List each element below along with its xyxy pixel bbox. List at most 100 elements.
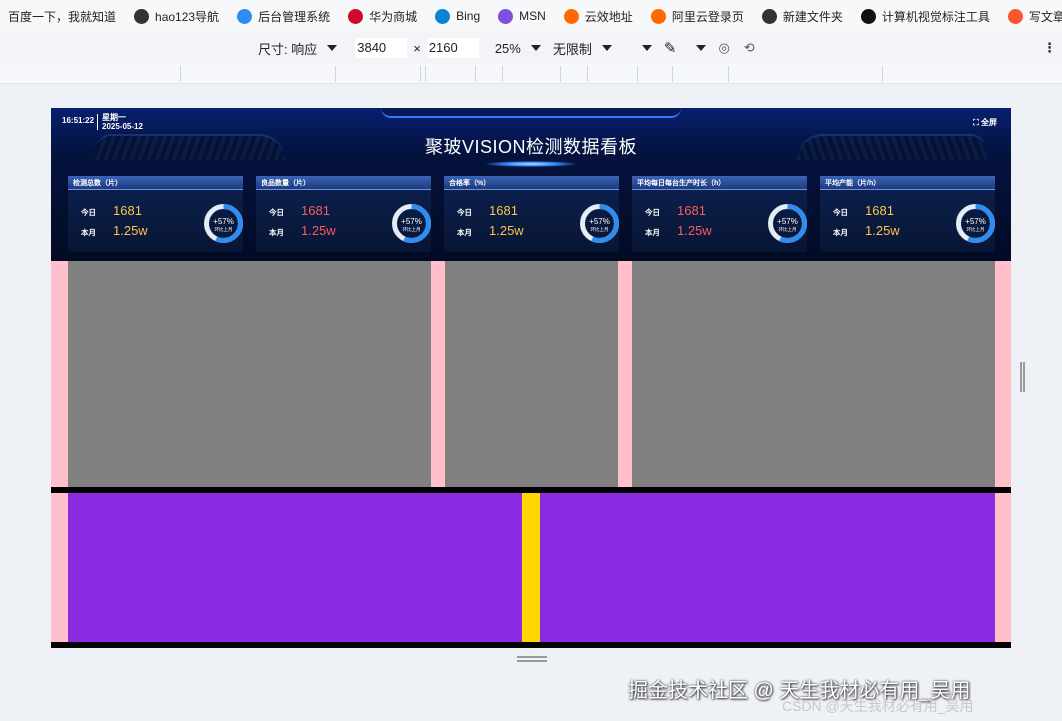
bookmark-label: 写文章-C [1028,9,1062,24]
date-block: 星期一 2025-05-12 [102,113,143,131]
today-label: 今日 [457,208,472,217]
bing-icon [435,8,451,24]
month-label: 本月 [457,228,472,237]
chevron-down-icon[interactable] [327,45,338,51]
stat-card: 合格率（%） 今日 1681 本月 1.25w +57% 环比上月 [444,176,619,252]
bookmark-label: 后台管理系统 [258,9,331,24]
bookmark-item[interactable]: 写文章-C [1007,8,1062,25]
more-icon[interactable]: ⋮ [1043,40,1056,56]
bookmark-item[interactable]: hao123导航 [134,8,219,25]
bookmark-item[interactable]: MSN [498,8,546,24]
chart-panel [68,261,431,487]
today-value: 1681 [865,203,894,218]
height-input[interactable]: 2160 [426,38,479,58]
size-dropdown[interactable]: 尺寸: 响应 [258,39,317,58]
month-label: 本月 [269,228,284,237]
ring-percent: +57% [213,217,234,226]
ring-percent: +57% [589,217,610,226]
clock-time: 16:51:22 [62,116,95,125]
ring-subtitle: 环比上月 [967,226,985,233]
aliyun-icon [563,8,579,24]
header-ornament [381,108,681,118]
dashboard-viewport: 16:51:22 星期一 2025-05-12 ⛶ 全屏 聚玻VISION检测数… [51,108,1011,648]
bookmark-item[interactable]: 百度一下，我就知道 [8,8,116,25]
media-query-ruler [0,64,1062,84]
today-label: 今日 [833,208,848,217]
month-value: 1.25w [489,223,524,238]
stat-card: 平均产能（片/h） 今日 1681 本月 1.25w +57% 环比上月 [820,176,995,252]
bookmarks-bar: 百度一下，我就知道 hao123导航 后台管理系统 华为商城 Bing MSN 云效地址 阿里… [0,0,1062,32]
dashboard-header: 16:51:22 星期一 2025-05-12 ⛶ 全屏 聚玻VISION检测数… [51,108,1011,261]
bottom-panel-right [540,493,995,642]
stat-card: 检测总数（片） 今日 1681 本月 1.25w +57% 环比上月 [68,176,243,252]
bookmark-item[interactable]: Bing [435,8,481,24]
ring-subtitle: 环比上月 [403,226,421,233]
folder-icon [761,8,777,24]
month-value: 1.25w [113,223,148,238]
today-label: 今日 [81,208,96,217]
chevron-down-icon[interactable] [601,45,612,51]
card-title: 良品数量（片） [261,180,310,187]
bookmark-item[interactable]: 华为商城 [348,8,417,25]
today-label: 今日 [269,208,284,217]
bookmark-label: 云效地址 [584,9,633,24]
aliyun-icon [650,8,666,24]
bottom-panel-left [68,493,522,642]
msn-icon [498,8,514,24]
width-input[interactable]: 3840 [355,38,408,58]
bookmark-item[interactable]: 云效地址 [563,8,633,25]
month-value: 1.25w [677,223,712,238]
arrow-icon [860,8,876,24]
stat-card: 良品数量（片） 今日 1681 本月 1.25w +57% 环比上月 [256,176,431,252]
today-label: 今日 [645,208,660,217]
chevron-down-icon[interactable] [530,45,541,51]
card-title: 平均每日每台生产时长（h） [637,180,726,187]
bookmark-label: Bing [456,9,481,23]
ring-subtitle: 环比上月 [215,226,233,233]
resize-handle-bottom[interactable] [517,656,547,662]
bookmark-item[interactable]: 新建文件夹 [761,8,843,25]
stat-card: 平均每日每台生产时长（h） 今日 1681 本月 1.25w +57% 环比上月 [632,176,807,252]
csdn-watermark: CSDN @天生我材必有用_吴用 [782,698,974,714]
date: 2025-05-12 [102,122,143,131]
card-header: 良品数量（片） [256,176,431,190]
card-title: 检测总数（片） [73,180,122,187]
rotate-icon[interactable]: ⟲ [744,40,755,56]
divider [97,114,98,130]
bookmark-label: MSN [519,9,546,23]
chart-row [51,261,1011,487]
bookmark-label: 阿里云登录页 [671,9,744,24]
device-toolbar: 尺寸: 响应 3840 × 2160 25% 无限制 ✎ ◎ ⟲ ⋮ [0,32,1062,64]
chart-panel [445,261,618,487]
card-header: 合格率（%） [444,176,619,190]
ring-percent: +57% [401,217,422,226]
month-label: 本月 [833,228,848,237]
eyedropper-icon[interactable]: ✎ [664,39,677,57]
bookmark-label: 百度一下，我就知道 [8,9,117,24]
bookmark-label: 计算机视觉标注工具 [881,9,990,24]
today-value: 1681 [301,203,330,218]
progress-ring: +57%环比上月 [580,204,619,243]
card-header: 平均产能（片/h） [820,176,995,190]
throttle-dropdown[interactable]: 无限制 [553,39,592,58]
bookmark-label: 新建文件夹 [782,9,843,24]
progress-ring: +57%环比上月 [768,204,807,243]
month-value: 1.25w [301,223,336,238]
footer-bar [51,642,1011,648]
resize-handle-right[interactable] [1020,362,1025,392]
page-title: 聚玻VISION检测数据看板 [424,137,637,157]
ring-subtitle: 环比上月 [591,226,609,233]
zoom-dropdown[interactable]: 25% [495,41,521,56]
ring-percent: +57% [777,217,798,226]
progress-ring: +57%环比上月 [204,204,243,243]
times-label: × [413,40,421,56]
chevron-down-icon[interactable] [696,45,707,51]
globe-icon [134,8,150,24]
today-value: 1681 [489,203,518,218]
chevron-down-icon[interactable] [641,45,652,51]
fullscreen-button[interactable]: ⛶ 全屏 [973,117,997,128]
eye-icon[interactable]: ◎ [718,40,729,56]
bookmark-item[interactable]: 计算机视觉标注工具 [860,8,990,25]
bookmark-item[interactable]: 后台管理系统 [237,8,330,25]
bookmark-item[interactable]: 阿里云登录页 [650,8,744,25]
